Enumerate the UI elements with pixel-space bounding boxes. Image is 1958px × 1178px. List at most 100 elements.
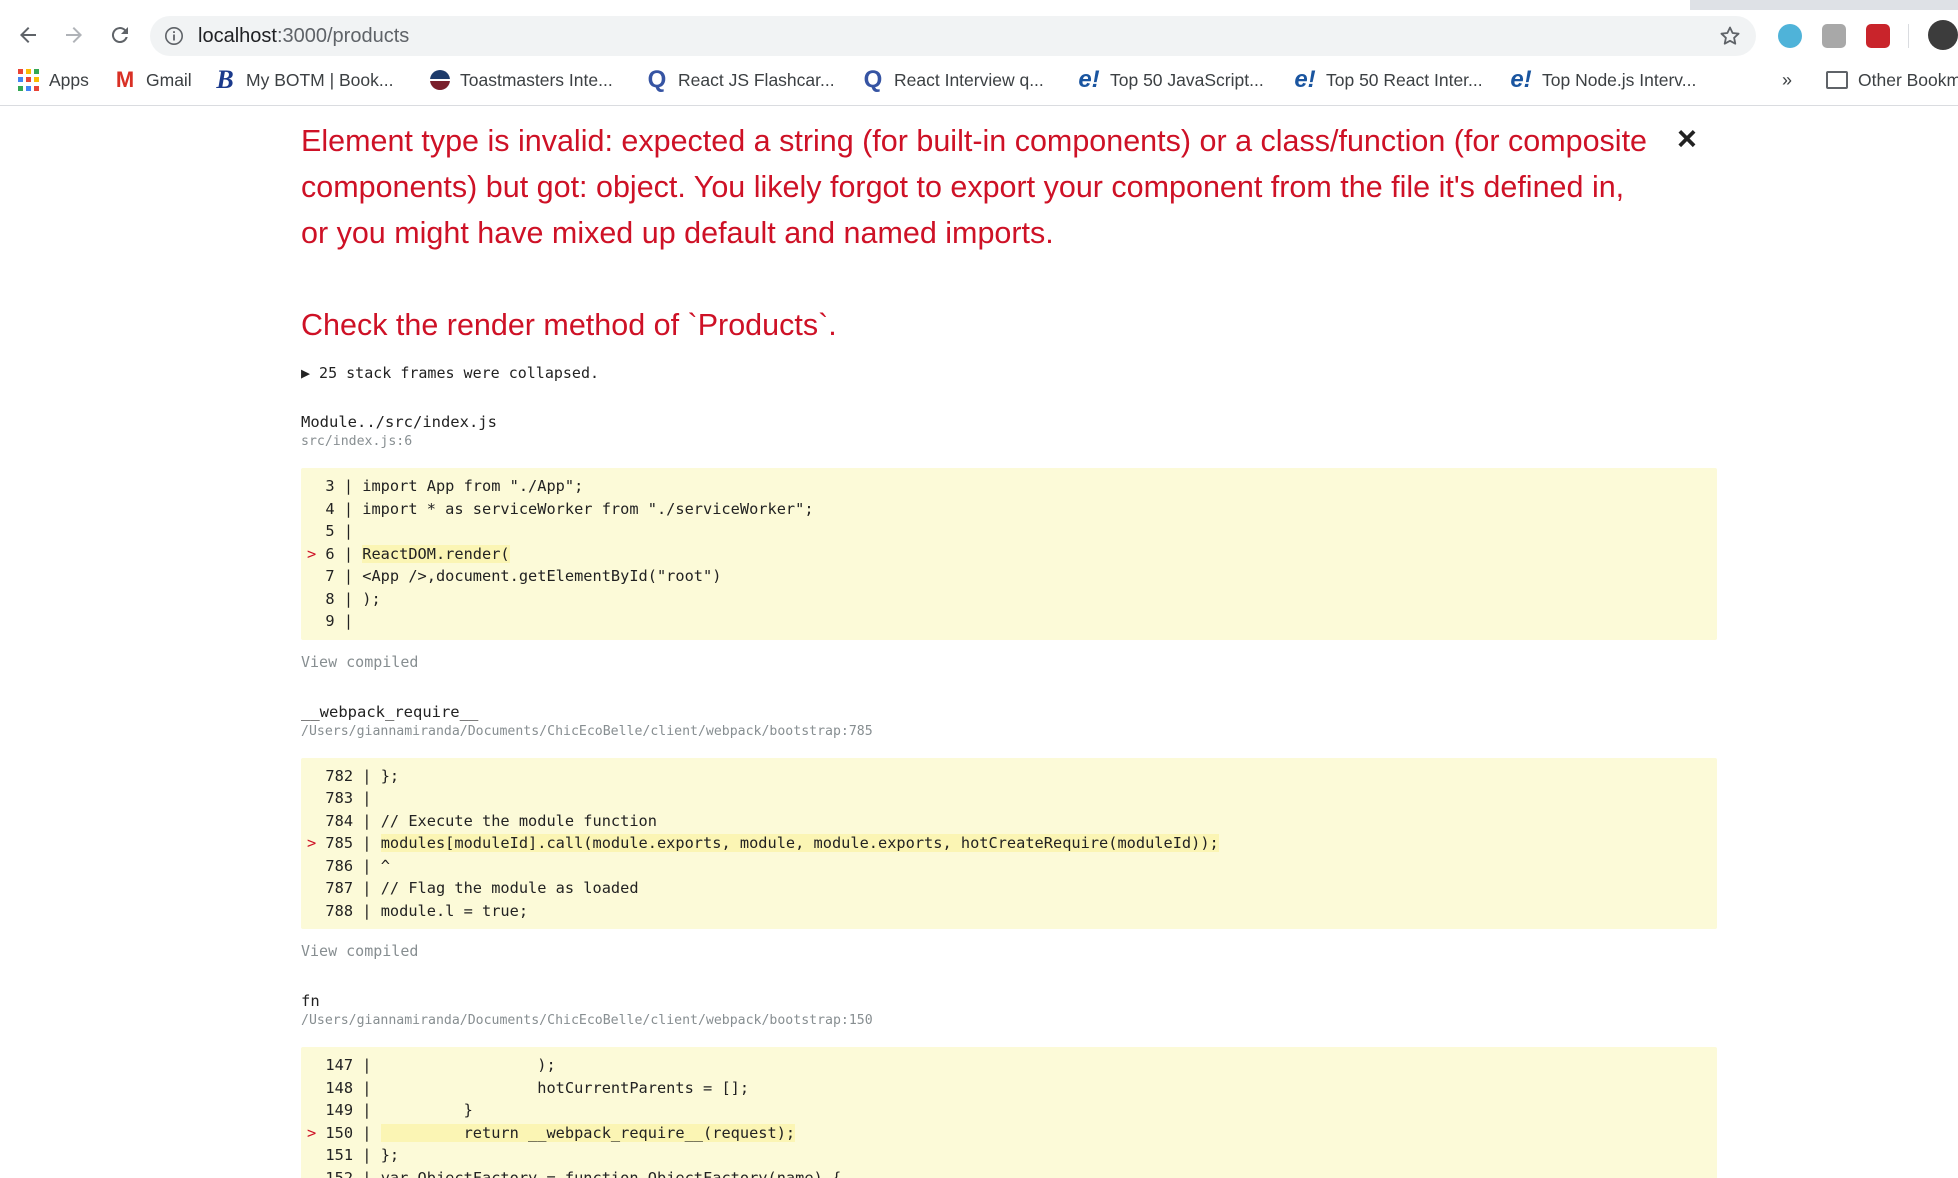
extension-2-icon[interactable]: [1822, 24, 1846, 48]
line-number: 3: [325, 477, 335, 495]
back-button[interactable]: [8, 18, 48, 52]
code-snippet: 147 | ); 148 | hotCurrentParents = []; 1…: [301, 1047, 1717, 1178]
collapsed-frames-toggle[interactable]: ▶ 25 stack frames were collapsed.: [301, 362, 1717, 384]
code-text: import App from "./App";: [362, 477, 584, 495]
line-separator: |: [353, 1168, 381, 1178]
bookmark-react-interview[interactable]: Q React Interview q...: [862, 66, 1044, 94]
bookmark-top50-js[interactable]: e! Top 50 JavaScript...: [1078, 66, 1264, 94]
code-line: 782 | };: [301, 765, 1717, 788]
line-number: 7: [325, 567, 335, 585]
error-content: Element type is invalid: expected a stri…: [301, 106, 1717, 1178]
code-line: 151 | };: [301, 1144, 1717, 1167]
reload-icon: [111, 27, 128, 44]
error-line-marker: [307, 477, 325, 495]
line-number: 786: [325, 856, 354, 875]
error-line-marker: [307, 879, 325, 897]
code-line-highlighted: > 150 | return __webpack_require__(reque…: [301, 1122, 1717, 1145]
bookmark-label: Top 50 JavaScript...: [1110, 69, 1264, 90]
line-separator: |: [353, 789, 381, 807]
quizlet-icon: Q: [647, 66, 667, 93]
frame-file-path[interactable]: src/index.js:6: [301, 432, 1717, 452]
profile-avatar[interactable]: [1928, 20, 1958, 50]
code-text: }: [380, 1101, 473, 1119]
error-line-marker: >: [307, 834, 326, 852]
line-number: 9: [325, 612, 335, 630]
reload-button[interactable]: [100, 18, 140, 52]
view-compiled-link[interactable]: View compiled: [301, 939, 1717, 963]
error-message: Element type is invalid: expected a stri…: [301, 124, 1648, 250]
line-number: 150: [325, 1123, 354, 1142]
code-text: var ObjectFactory = function ObjectFacto…: [380, 1168, 842, 1178]
bookmark-react-flashcards[interactable]: Q React JS Flashcar...: [646, 66, 835, 94]
code-line: 148 | hotCurrentParents = [];: [301, 1077, 1717, 1100]
code-text: ^: [380, 856, 390, 875]
view-compiled-link[interactable]: View compiled: [301, 650, 1717, 674]
line-separator: |: [353, 1101, 381, 1119]
code-line-highlighted: > 785 | modules[moduleId].call(module.ex…: [301, 832, 1717, 855]
code-text: return __webpack_require__(request);: [380, 1123, 796, 1142]
info-icon[interactable]: [164, 26, 184, 46]
line-separator: |: [334, 544, 363, 563]
code-text: };: [380, 766, 400, 785]
line-number: 147: [325, 1056, 354, 1074]
code-text: ReactDOM.render(: [362, 544, 510, 563]
active-tab[interactable]: [0, 0, 1690, 10]
code-text: import * as serviceWorker from "./servic…: [362, 499, 814, 518]
bookmark-label: React Interview q...: [894, 69, 1044, 90]
url-text[interactable]: localhost:3000/products: [198, 25, 409, 48]
line-separator: |: [353, 901, 381, 920]
address-bar[interactable]: localhost:3000/products: [150, 16, 1756, 56]
extension-1-icon[interactable]: [1778, 24, 1802, 48]
line-number: 782: [325, 766, 354, 785]
stack-frame: Module../src/index.js src/index.js:6 3 | …: [301, 412, 1717, 674]
error-line-marker: [307, 812, 325, 830]
botm-icon: B: [216, 65, 234, 94]
bookmarks-bar: Apps M Gmail B My BOTM | Book... Toastma…: [0, 62, 1958, 98]
bookmarks-overflow-button[interactable]: »: [1782, 66, 1792, 94]
forward-button[interactable]: [54, 18, 94, 52]
code-text: module.l = true;: [380, 901, 529, 920]
line-separator: |: [353, 834, 381, 852]
code-text: // Flag the module as loaded: [380, 879, 639, 897]
line-number: 149: [325, 1101, 354, 1119]
bookmark-toastmasters[interactable]: Toastmasters Inte...: [430, 66, 613, 94]
code-line: 788 | module.l = true;: [301, 900, 1717, 923]
toolbar-divider: [1908, 24, 1909, 48]
bookmark-apps[interactable]: Apps: [18, 66, 89, 94]
overflow-chevron-icon: »: [1782, 69, 1793, 90]
line-separator: |: [334, 612, 363, 630]
frame-file-path[interactable]: /Users/giannamiranda/Documents/ChicEcoBe…: [301, 722, 1717, 742]
line-separator: |: [353, 811, 381, 830]
line-separator: |: [353, 1056, 381, 1074]
code-line: 3 | import App from "./App";: [301, 475, 1717, 498]
error-line-marker: [307, 500, 325, 518]
bookmark-gmail[interactable]: M Gmail: [114, 66, 192, 94]
bookmark-star-icon[interactable]: [1718, 24, 1742, 48]
frame-function-name: Module../src/index.js: [301, 413, 497, 431]
code-text: hotCurrentParents = [];: [380, 1078, 750, 1097]
bookmark-top50-react[interactable]: e! Top 50 React Inter...: [1294, 66, 1482, 94]
error-line-marker: >: [307, 1123, 326, 1142]
bookmark-botm[interactable]: B My BOTM | Book...: [214, 65, 393, 94]
error-line-marker: [307, 1169, 325, 1178]
code-snippet: 782 | }; 783 | 784 | // Execute the modu…: [301, 757, 1717, 929]
error-line-marker: [307, 1079, 325, 1097]
bookmark-other-folder[interactable]: Other Bookm: [1826, 66, 1958, 94]
line-separator: |: [334, 477, 363, 495]
code-text: );: [380, 1056, 556, 1074]
close-overlay-button[interactable]: ×: [1677, 122, 1697, 156]
line-separator: |: [334, 567, 363, 585]
extension-3-icon[interactable]: [1866, 24, 1890, 48]
line-separator: |: [334, 589, 363, 608]
frame-file-path[interactable]: /Users/giannamiranda/Documents/ChicEcoBe…: [301, 1011, 1717, 1031]
error-line-marker: [307, 612, 325, 630]
error-line-marker: [307, 590, 325, 608]
bookmark-top-node[interactable]: e! Top Node.js Interv...: [1510, 66, 1696, 94]
line-separator: |: [334, 522, 363, 540]
error-line-marker: [307, 1146, 325, 1164]
code-line: 152 | var ObjectFactory = function Objec…: [301, 1167, 1717, 1178]
code-line-highlighted: > 6 | ReactDOM.render(: [301, 543, 1717, 566]
error-line-marker: [307, 522, 325, 540]
error-hint: Check the render method of `Products`.: [301, 308, 837, 342]
code-line: 786 | ^: [301, 855, 1717, 878]
